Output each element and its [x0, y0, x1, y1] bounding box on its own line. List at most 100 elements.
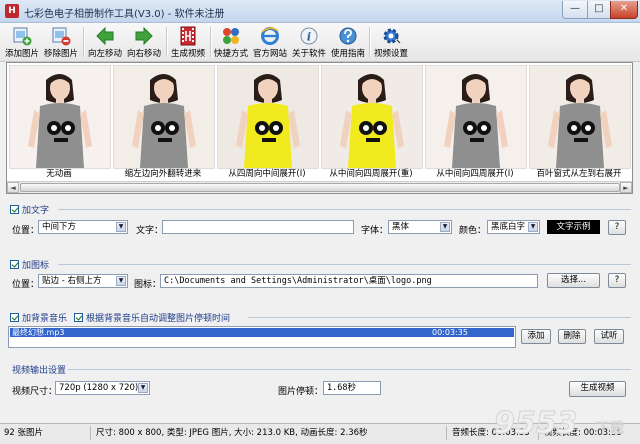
add-music-button[interactable]: 添加	[521, 329, 551, 344]
move-right-button[interactable]: 向右移动	[125, 24, 163, 59]
add-image-icon	[13, 27, 32, 46]
video-size-value: 720p (1280 x 720)	[59, 383, 139, 393]
thumbnail-image[interactable]	[529, 65, 631, 169]
add-image-button[interactable]: 添加图片	[3, 24, 41, 59]
photo-figure-icon	[530, 66, 630, 168]
video-settings-button[interactable]: 视频设置	[371, 24, 411, 59]
shortcut-button[interactable]: 快捷方式	[212, 24, 250, 59]
thumbnail-caption: 从中间向四周展开(重)	[329, 169, 413, 179]
close-button[interactable]: ✕	[610, 1, 638, 19]
app-icon: H	[5, 4, 19, 18]
music-track-row[interactable]: 最终幻想.mp3 00:03:35	[10, 328, 514, 337]
pause-duration-label: 图片停顿：	[278, 387, 324, 397]
track-name: 最终幻想.mp3	[12, 328, 65, 337]
icon-path-input[interactable]: C:\Documents and Settings\Administrator\…	[160, 274, 538, 288]
text-help-button[interactable]: ?	[608, 220, 626, 235]
select-icon-button[interactable]: 选择...	[547, 273, 600, 288]
text-content-label: 文字：	[136, 226, 164, 236]
guide-button[interactable]: 使用指南	[329, 24, 367, 59]
delete-music-button[interactable]: 删除	[558, 329, 586, 344]
image-count: 92 张图片	[0, 426, 91, 440]
icon-help-button[interactable]: ?	[608, 273, 626, 288]
toolbar-separator	[83, 27, 85, 57]
text-content-input[interactable]	[162, 220, 354, 234]
move-right-label: 向右移动	[126, 49, 161, 59]
move-left-label: 向左移动	[87, 49, 122, 59]
guide-icon	[339, 27, 357, 45]
text-position-select[interactable]: 中间下方 ▼	[38, 220, 128, 234]
generate-video-button[interactable]: 生成视频	[569, 381, 626, 397]
watermark-logo: 9553 下载	[493, 405, 624, 441]
video-size-select[interactable]: 720p (1280 x 720) ▼	[55, 381, 150, 395]
track-duration: 00:03:35	[432, 328, 468, 337]
about-label: 关于软件	[291, 49, 326, 59]
icon-path-label: 图标：	[134, 280, 162, 290]
horizontal-scrollbar[interactable]: ◄ ►	[7, 181, 632, 193]
scrollbar-thumb[interactable]	[20, 183, 620, 192]
audio-length-label: 音频长度:	[452, 428, 489, 438]
thumbnail-image[interactable]	[321, 65, 423, 169]
about-button[interactable]: i 关于软件	[290, 24, 328, 59]
add-text-checkbox[interactable]	[10, 205, 19, 214]
guide-label: 使用指南	[330, 49, 365, 59]
film-icon	[180, 26, 196, 46]
chevron-down-icon[interactable]: ▼	[440, 222, 450, 232]
pause-duration-input[interactable]: 1.68秒	[323, 381, 381, 395]
scroll-right-arrow-icon[interactable]: ►	[620, 182, 632, 193]
thumbnail-image[interactable]	[113, 65, 215, 169]
thumbnail-caption: 从四周向中间展开(I)	[228, 169, 306, 179]
text-position-value: 中间下方	[42, 222, 77, 232]
app-window: H 七彩色电子相册制作工具(V3.0) - 软件未注册 — □ ✕ 添加图片 移…	[0, 0, 640, 444]
info-icon: i	[300, 27, 318, 45]
official-site-button[interactable]: 官方网站	[251, 24, 289, 59]
chevron-down-icon[interactable]: ▼	[138, 383, 148, 393]
photo-figure-icon	[426, 66, 526, 168]
generate-video-toolbar-button[interactable]: 生成视频	[169, 24, 207, 59]
video-settings-label: 视频设置	[373, 49, 408, 59]
minimize-button[interactable]: —	[562, 1, 588, 19]
official-site-label: 官方网站	[252, 49, 287, 59]
thumbnail-image[interactable]	[9, 65, 111, 169]
video-size-label: 视频尺寸：	[12, 387, 58, 397]
remove-image-button[interactable]: 移除图片	[42, 24, 80, 59]
toolbar-separator	[166, 27, 168, 57]
video-output-section-label: 视频输出设置	[12, 366, 67, 376]
shortcut-icon	[223, 28, 239, 44]
thumbnail-image[interactable]	[425, 65, 527, 169]
chevron-down-icon[interactable]: ▼	[528, 222, 538, 232]
icon-position-label: 位置：	[12, 280, 40, 290]
color-value: 黑底白字	[491, 222, 526, 232]
thumbnail-image[interactable]	[217, 65, 319, 169]
arrow-right-icon	[135, 26, 153, 46]
image-info: 尺寸: 800 x 800, 类型: JPEG 图片, 大小: 213.0 KB…	[92, 426, 447, 440]
chevron-down-icon[interactable]: ▼	[116, 276, 126, 286]
remove-image-label: 移除图片	[43, 49, 78, 59]
music-list[interactable]: 最终幻想.mp3 00:03:35	[8, 326, 516, 348]
add-music-checkbox[interactable]	[10, 313, 19, 322]
add-text-label: 加文字	[22, 206, 50, 216]
photo-figure-icon	[218, 66, 318, 168]
window-title: 七彩色电子相册制作工具(V3.0) - 软件未注册	[24, 9, 225, 20]
icon-position-select[interactable]: 贴边 - 右侧上方 ▼	[38, 274, 128, 288]
maximize-button[interactable]: □	[587, 1, 611, 19]
watermark-sub: 下载	[596, 421, 624, 437]
move-left-button[interactable]: 向左移动	[86, 24, 124, 59]
auto-adjust-checkbox[interactable]	[74, 313, 83, 322]
preview-music-button[interactable]: 试听	[594, 329, 624, 344]
divider	[248, 317, 631, 318]
font-select[interactable]: 黑体 ▼	[388, 220, 452, 234]
add-icon-checkbox[interactable]	[10, 260, 19, 269]
title-bar[interactable]: H 七彩色电子相册制作工具(V3.0) - 软件未注册 — □ ✕	[0, 0, 640, 23]
thumbnail-caption: 无动画	[46, 169, 72, 179]
text-sample-preview: 文字示例	[547, 220, 600, 234]
shortcut-label: 快捷方式	[213, 49, 248, 59]
color-select[interactable]: 黑底白字 ▼	[487, 220, 540, 234]
ie-icon	[261, 27, 279, 45]
photo-figure-icon	[114, 66, 214, 168]
add-image-label: 添加图片	[4, 49, 39, 59]
toolbar: 添加图片 移除图片 向左移动 向右移动 生成视频 快捷方式 官方网站 i 关于软…	[0, 23, 640, 62]
chevron-down-icon[interactable]: ▼	[116, 222, 126, 232]
thumbnail-strip[interactable]: 无动画 缩左边向外翻转进来 从四周向中间展开(I) 从中间向四周展开(重) 从中间向四周…	[6, 62, 633, 194]
remove-image-icon	[52, 27, 71, 46]
scroll-left-arrow-icon[interactable]: ◄	[7, 182, 19, 193]
